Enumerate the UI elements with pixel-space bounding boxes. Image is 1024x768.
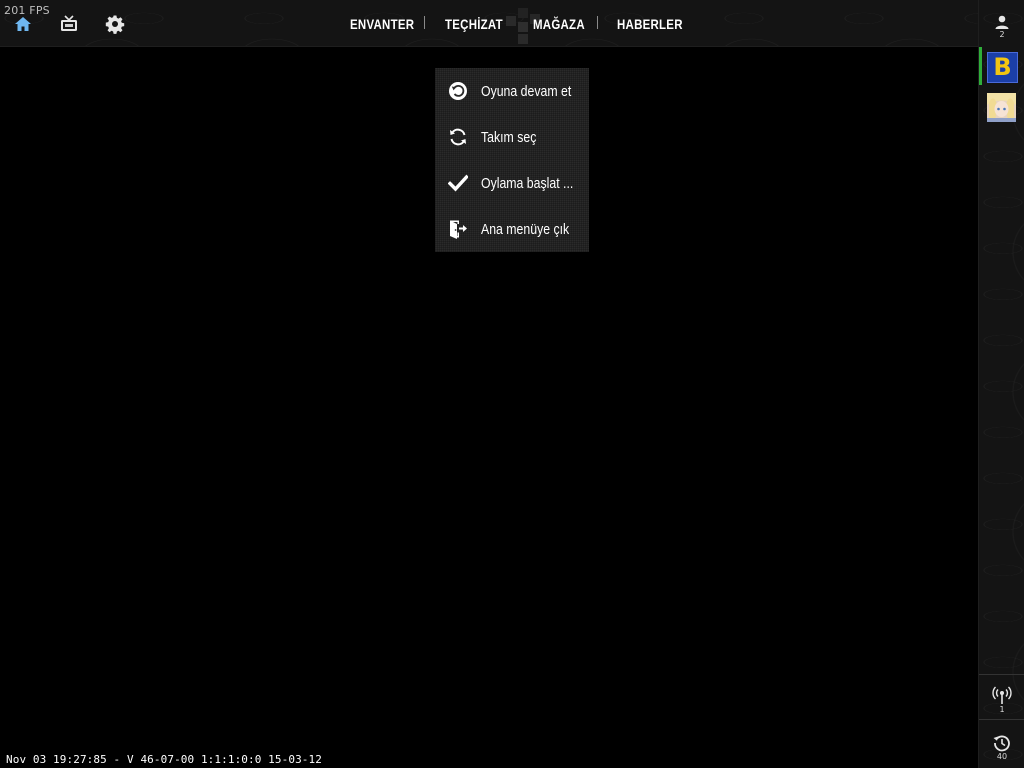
menu-item-label: Takım seç [481,129,537,146]
servers-count: 1 [999,705,1005,714]
tv-icon[interactable] [59,14,79,34]
history-count: 40 [996,752,1008,761]
pause-menu: Oyuna devam et Takım seç Oylama başlat .… [435,68,589,252]
top-bar: 201 FPS ENVANTER TEÇHİZAT MAĞAZA HABERLE… [0,0,978,47]
online-indicator [979,47,982,85]
nav-magaza[interactable]: MAĞAZA [533,16,585,32]
undo-icon [449,82,467,100]
right-sidebar: 2 B 1 40 [978,0,1024,768]
signal-tower-icon [992,686,1012,704]
version-info: Nov 03 19:27:85 - V 46-07-00 1:1:1:0:0 1… [6,753,322,766]
nav-divider [424,16,425,29]
menu-item-label: Ana menüye çık [481,221,570,238]
avatar[interactable]: B [987,52,1018,83]
exit-door-icon [450,220,467,239]
nav-divider [597,16,598,29]
gear-icon[interactable] [105,14,125,34]
resume-game-button[interactable]: Oyuna devam et [435,68,589,114]
avatar[interactable] [987,93,1016,122]
nav-envanter[interactable]: ENVANTER [350,16,414,32]
user-icon [995,15,1009,29]
home-icon[interactable] [13,14,33,34]
avatar-image [987,93,1016,122]
nav-techizat[interactable]: TEÇHİZAT [445,16,503,32]
friends-count: 2 [999,30,1005,39]
select-team-button[interactable]: Takım seç [435,114,589,160]
history-icon [993,735,1010,752]
nav-haberler[interactable]: HABERLER [617,16,683,32]
menu-item-label: Oylama başlat ... [481,175,574,192]
start-vote-button[interactable]: Oylama başlat ... [435,160,589,206]
history-button[interactable]: 40 [979,722,1024,768]
friends-button[interactable]: 2 [979,14,1024,39]
servers-button[interactable]: 1 [979,674,1024,720]
refresh-icon [450,128,466,146]
menu-item-label: Oyuna devam et [481,83,572,100]
check-icon [448,174,468,192]
exit-to-main-menu-button[interactable]: Ana menüye çık [435,206,589,252]
avatar-letter: B [993,53,1012,81]
